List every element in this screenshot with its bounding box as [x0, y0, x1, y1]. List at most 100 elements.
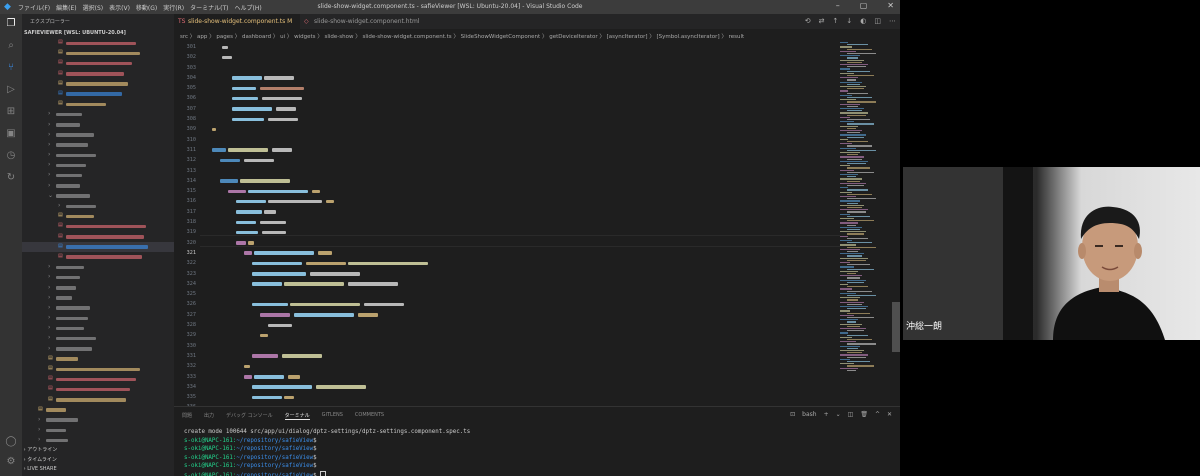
tab-output[interactable]: 出力	[204, 412, 214, 420]
tab-problems[interactable]: 問題	[182, 412, 192, 420]
file-tree-item[interactable]: ›	[22, 262, 174, 272]
menu-help[interactable]: ヘルプ(H)	[234, 3, 261, 12]
next-change-icon[interactable]: ↓	[846, 17, 852, 25]
file-tree-item[interactable]: ▤	[22, 395, 174, 405]
file-tree-item[interactable]: ›	[22, 109, 174, 119]
extensions-icon[interactable]: ⊞	[5, 106, 17, 118]
code-line[interactable]	[202, 135, 842, 145]
code-line[interactable]	[202, 145, 842, 155]
menu-file[interactable]: ファイル(F)	[18, 3, 50, 12]
code-line[interactable]	[202, 42, 842, 52]
file-tree-item[interactable]: ›	[22, 333, 174, 343]
editor-scrollbar[interactable]	[892, 42, 900, 406]
code-line[interactable]	[202, 166, 842, 176]
kill-terminal-icon[interactable]: 🗑	[860, 411, 868, 418]
minimize-icon[interactable]: –	[836, 1, 840, 10]
tab-gitlens[interactable]: GITLENS	[322, 412, 343, 420]
shell-label[interactable]: bash	[802, 411, 816, 418]
explorer-icon[interactable]: ❐	[5, 18, 17, 30]
code-line[interactable]	[202, 104, 842, 114]
remote-explorer-icon[interactable]: ▣	[5, 128, 17, 140]
file-tree-item[interactable]: ›	[22, 160, 174, 170]
more-actions-icon[interactable]: ⋯	[889, 17, 896, 25]
file-tree-item[interactable]: ›	[22, 120, 174, 130]
code-line[interactable]	[202, 93, 842, 103]
code-line[interactable]	[202, 351, 842, 361]
tab-debug-console[interactable]: デバッグ コンソール	[226, 412, 273, 420]
code-line[interactable]	[202, 155, 842, 165]
code-line[interactable]	[202, 186, 842, 196]
compare-icon[interactable]: ⇄	[819, 17, 825, 25]
file-tree-item[interactable]: ▤	[22, 99, 174, 109]
code-line[interactable]	[202, 299, 842, 309]
menu-view[interactable]: 表示(V)	[109, 3, 130, 12]
search-icon[interactable]: ⌕	[5, 40, 17, 52]
file-tree-item[interactable]: ▤	[22, 232, 174, 242]
scrollbar-thumb[interactable]	[892, 302, 900, 352]
file-tree-item[interactable]: ▤	[22, 69, 174, 79]
code-line[interactable]	[202, 52, 842, 62]
file-tree-item[interactable]: ›	[22, 130, 174, 140]
previous-change-icon[interactable]: ↑	[833, 17, 839, 25]
code-line[interactable]	[202, 217, 842, 227]
code-line[interactable]	[202, 73, 842, 83]
code-line[interactable]	[202, 372, 842, 382]
code-line[interactable]	[202, 289, 842, 299]
file-tree-item[interactable]: ▤	[22, 252, 174, 262]
code-line[interactable]	[202, 124, 842, 134]
file-tree-item[interactable]: ▤	[22, 79, 174, 89]
live-share-section[interactable]: › LIVE SHARE	[22, 466, 174, 472]
dropdown-chevron-icon[interactable]: ⌄	[836, 411, 841, 418]
code-line[interactable]	[202, 341, 842, 351]
code-line[interactable]	[202, 114, 842, 124]
maximize-icon[interactable]: ▢	[860, 1, 868, 10]
new-terminal-icon[interactable]: +	[824, 411, 829, 418]
code-line[interactable]	[202, 196, 842, 206]
file-tree-item[interactable]: ›	[22, 293, 174, 303]
workspace-root[interactable]: SAFIEVIEWER [WSL: UBUNTU-20.04]	[24, 30, 126, 36]
file-tree-item[interactable]: ›	[22, 140, 174, 150]
tab-slide-show-widget-html[interactable]: ◇ slide-show-widget.component.html	[300, 14, 430, 29]
file-tree-item[interactable]: ›	[22, 323, 174, 333]
split-terminal-icon[interactable]: ◫	[848, 411, 854, 418]
code-line[interactable]	[202, 258, 842, 268]
timeline-icon[interactable]: ◷	[5, 150, 17, 162]
file-tree-item[interactable]: ▤	[22, 364, 174, 374]
split-editor-icon[interactable]: ◫	[874, 17, 881, 25]
tab-slide-show-widget-ts[interactable]: TS slide-show-widget.component.ts M	[174, 14, 300, 29]
code-line[interactable]	[202, 310, 842, 320]
file-tree-item[interactable]: ›	[22, 272, 174, 282]
tab-terminal[interactable]: ターミナル	[284, 412, 310, 420]
account-icon[interactable]: ◯	[5, 436, 17, 448]
file-tree-item[interactable]: ›	[22, 435, 174, 445]
file-tree-item[interactable]: ▤	[22, 211, 174, 221]
file-tree-item[interactable]: ⌄	[22, 191, 174, 201]
file-tree-item[interactable]: ▤	[22, 405, 174, 415]
menu-go[interactable]: 移動(G)	[136, 3, 157, 12]
file-tree-item[interactable]: ›	[22, 344, 174, 354]
live-share-icon[interactable]: ↻	[5, 172, 17, 184]
outline-section[interactable]: › アウトライン	[22, 446, 174, 453]
file-tree-item[interactable]: ›	[22, 425, 174, 435]
code-line[interactable]	[202, 207, 842, 217]
file-tree-item[interactable]: ›	[22, 170, 174, 180]
maximize-panel-icon[interactable]: ^	[875, 411, 880, 418]
file-tree-item[interactable]: ›	[22, 201, 174, 211]
code-line[interactable]	[202, 279, 842, 289]
settings-gear-icon[interactable]: ⚙	[5, 456, 17, 468]
code-line[interactable]	[202, 361, 842, 371]
source-control-icon[interactable]: ⑂	[5, 62, 17, 74]
file-tree-item[interactable]: ▤	[22, 221, 174, 231]
file-tree-item[interactable]: ›	[22, 283, 174, 293]
code-line[interactable]	[202, 248, 842, 258]
file-tree-item[interactable]: ›	[22, 150, 174, 160]
code-line[interactable]	[202, 269, 842, 279]
code-line[interactable]	[202, 83, 842, 93]
menu-edit[interactable]: 編集(E)	[56, 3, 76, 12]
file-tree-item[interactable]: ▤	[22, 354, 174, 364]
open-changes-icon[interactable]: ◐	[860, 17, 866, 25]
code-line[interactable]	[202, 227, 842, 237]
file-tree-item[interactable]: ▤	[22, 241, 174, 252]
tab-comments[interactable]: COMMENTS	[355, 412, 384, 420]
file-tree-item[interactable]: ›	[22, 415, 174, 425]
